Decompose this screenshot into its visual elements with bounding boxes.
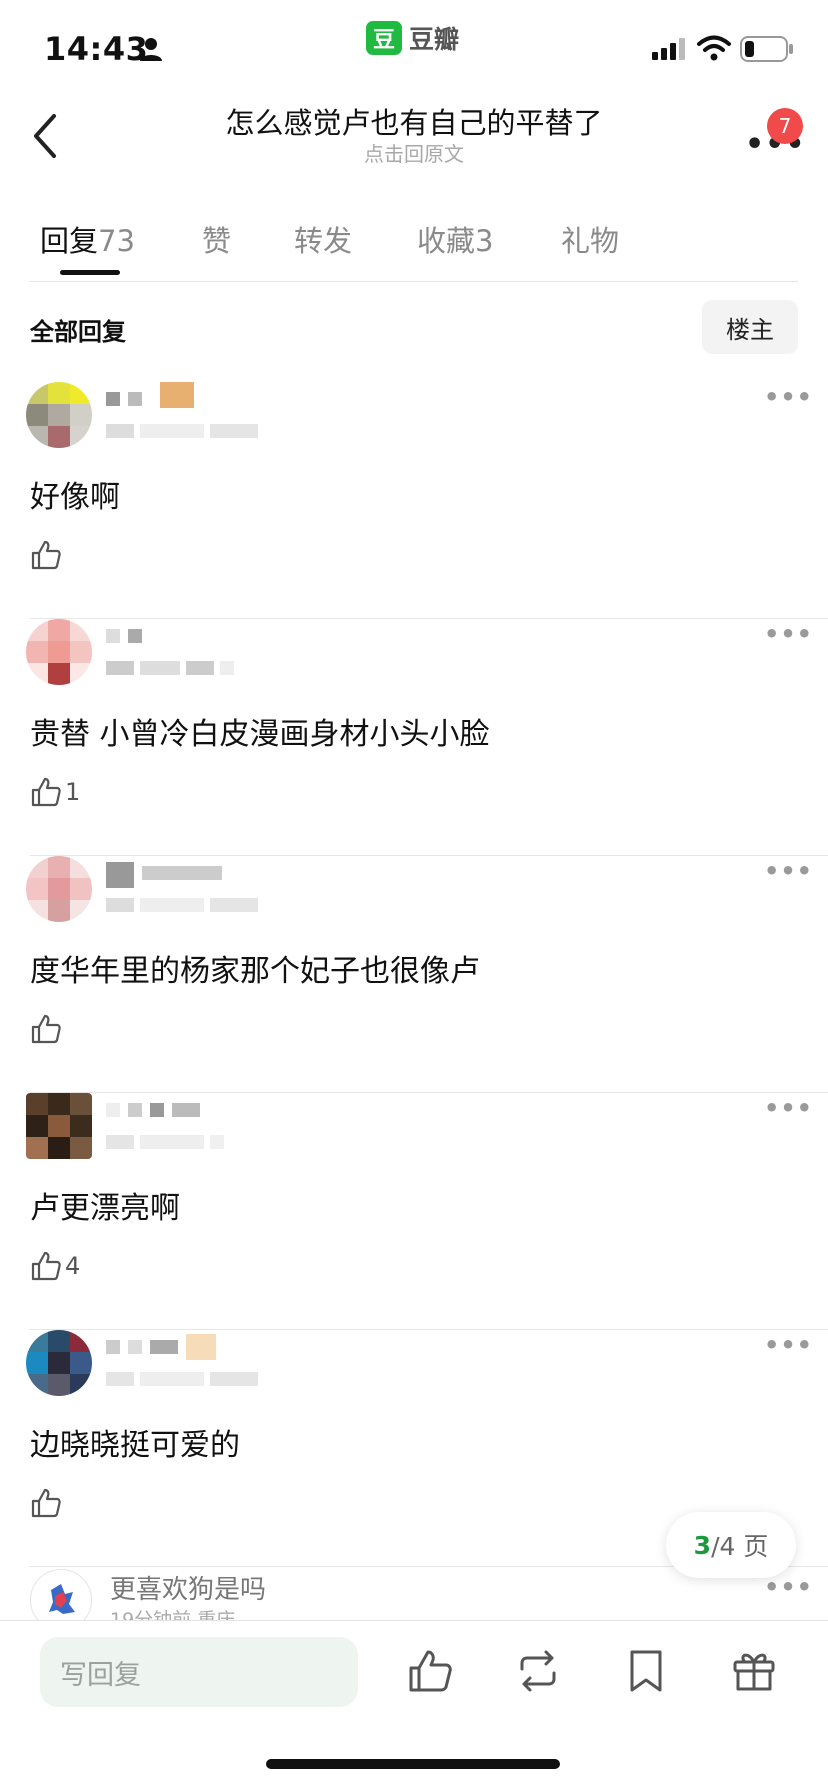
section-title: 全部回复 <box>30 318 126 346</box>
app-name: 豆瓣 <box>409 25 460 54</box>
comment-more-icon[interactable]: ••• <box>764 859 813 883</box>
battery-icon <box>740 36 793 62</box>
wifi-icon <box>697 35 731 61</box>
notification-badge: 7 <box>767 108 803 144</box>
status-time: 14:43 <box>44 30 149 68</box>
bottom-action-bar: 写回复 <box>0 1620 828 1792</box>
like-count: 4 <box>65 1252 81 1280</box>
user-name[interactable] <box>106 862 222 888</box>
comment-text: 度华年里的杨家那个妃子也很像卢 <box>30 954 480 989</box>
reply-input[interactable]: 写回复 <box>40 1637 358 1707</box>
back-icon[interactable] <box>26 110 66 162</box>
status-bar: 14:43 豆 豆瓣 <box>0 0 828 90</box>
comment-like-button[interactable] <box>30 535 65 575</box>
page-indicator[interactable]: 3/4 页 <box>666 1512 796 1578</box>
user-name[interactable] <box>106 382 194 414</box>
signal-icon <box>652 38 685 60</box>
bookmark-icon[interactable] <box>622 1647 670 1695</box>
tabs-divider <box>30 281 798 282</box>
user-name[interactable] <box>106 629 142 651</box>
avatar-logo-icon <box>49 1584 75 1614</box>
current-page: 3 <box>693 1530 712 1560</box>
tab-collections[interactable]: 收藏3 <box>417 218 493 260</box>
comment-meta <box>106 424 258 440</box>
comment-text: 卢更漂亮啊 <box>30 1191 180 1226</box>
op-only-filter-button[interactable]: 楼主 <box>702 300 798 354</box>
comment-more-icon[interactable]: ••• <box>764 1575 813 1599</box>
avatar[interactable] <box>30 1569 92 1620</box>
avatar[interactable] <box>26 856 92 922</box>
avatar[interactable] <box>26 382 92 448</box>
comment-item: ••• 好像啊 <box>0 382 828 619</box>
tab-likes[interactable]: 赞 <box>202 218 231 260</box>
comment-text: 好像啊 <box>30 480 120 515</box>
comment-more-icon[interactable]: ••• <box>764 385 813 409</box>
tab-bar: 回复73 赞 转发 收藏3 礼物 <box>30 218 798 278</box>
more-menu-button[interactable]: ••• 7 <box>735 108 805 170</box>
comment-text: 边晓晓挺可爱的 <box>30 1428 240 1463</box>
comment-text: 贵替 小曾冷白皮漫画身材小头小脸 <box>30 717 490 752</box>
gift-icon[interactable] <box>730 1647 778 1695</box>
post-title[interactable]: 怎么感觉卢也有自己的平替了 <box>150 100 678 142</box>
user-name[interactable]: 更喜欢狗是吗 <box>110 1569 266 1606</box>
comment-more-icon[interactable]: ••• <box>764 1333 813 1357</box>
comment-item: ••• 卢更漂亮啊 4 <box>0 1093 828 1330</box>
comment-like-button[interactable]: 1 <box>30 772 80 812</box>
comment-item: ••• 贵替 小曾冷白皮漫画身材小头小脸 1 <box>0 619 828 856</box>
back-to-original-link[interactable]: 点击回原文 <box>150 138 678 167</box>
comment-meta <box>106 1372 258 1388</box>
comment-more-icon[interactable]: ••• <box>764 1096 813 1120</box>
comment-meta <box>106 898 258 914</box>
like-count: 1 <box>65 778 81 806</box>
active-tab-indicator <box>60 270 120 275</box>
comment-like-button[interactable]: 4 <box>30 1246 80 1286</box>
like-icon <box>31 1251 61 1281</box>
like-icon <box>31 777 61 807</box>
tab-gifts[interactable]: 礼物 <box>561 218 619 260</box>
avatar[interactable] <box>26 619 92 685</box>
home-indicator[interactable] <box>266 1759 560 1769</box>
user-name[interactable] <box>106 1334 216 1362</box>
douban-logo-icon: 豆 <box>366 21 402 55</box>
tab-replies[interactable]: 回复73 <box>40 218 135 260</box>
comment-like-button[interactable] <box>30 1483 65 1523</box>
comment-item: ••• 度华年里的杨家那个妃子也很像卢 <box>0 856 828 1093</box>
tab-reposts[interactable]: 转发 <box>294 218 352 260</box>
avatar[interactable] <box>26 1330 92 1396</box>
like-icon <box>31 1488 61 1518</box>
comment-like-button[interactable] <box>30 1009 65 1049</box>
avatar[interactable] <box>26 1093 92 1159</box>
total-pages: /4 页 <box>711 1532 769 1561</box>
like-icon <box>31 1014 61 1044</box>
like-icon <box>31 540 61 570</box>
comment-more-icon[interactable]: ••• <box>764 622 813 646</box>
post-header: 怎么感觉卢也有自己的平替了 点击回原文 ••• 7 <box>0 90 828 185</box>
repost-icon[interactable] <box>514 1647 562 1695</box>
like-icon[interactable] <box>406 1647 454 1695</box>
user-name[interactable] <box>106 1103 200 1125</box>
comment-meta: 19分钟前 重庆 <box>110 1609 236 1620</box>
comment-meta <box>106 1135 224 1151</box>
app-indicator: 豆 豆瓣 <box>366 20 459 56</box>
person-icon <box>140 38 162 61</box>
comment-meta <box>106 661 234 677</box>
